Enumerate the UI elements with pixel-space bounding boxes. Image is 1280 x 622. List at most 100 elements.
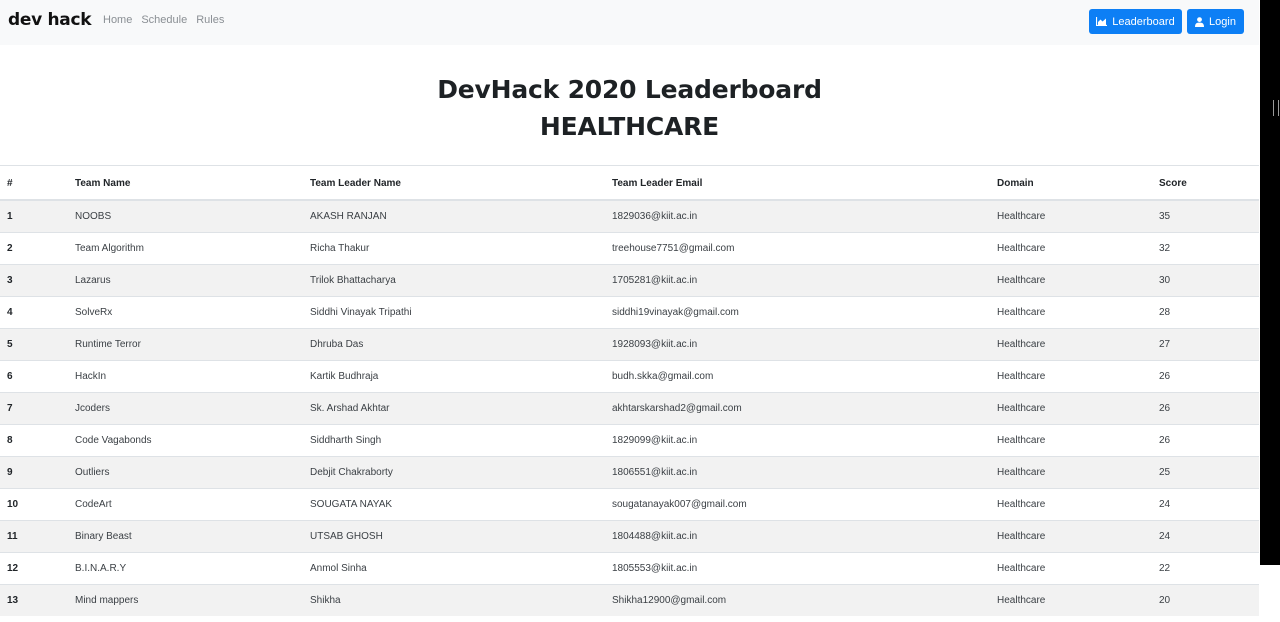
cell-score: 27 — [1159, 328, 1259, 361]
cell-team-name: Runtime Terror — [75, 328, 310, 361]
column-header-domain: Domain — [997, 165, 1159, 201]
cell-leader-name: Trilok Bhattacharya — [310, 264, 612, 297]
brand-logo[interactable]: dev hack — [8, 10, 92, 30]
column-header-score: Score — [1159, 165, 1259, 201]
cell-team-name: Lazarus — [75, 264, 310, 297]
leaderboard-table: # Team Name Team Leader Name Team Leader… — [0, 165, 1259, 616]
table-row: 3 Lazarus Trilok Bhattacharya 1705281@kiit.… — [0, 264, 1259, 297]
cell-leader-email: 1806551@kiit.ac.in — [612, 456, 997, 489]
login-button-label: Login — [1209, 15, 1236, 28]
cell-leader-name: AKASH RANJAN — [310, 199, 612, 233]
cell-domain: Healthcare — [997, 552, 1159, 585]
cell-team-name: HackIn — [75, 360, 310, 393]
cell-rank: 7 — [0, 392, 75, 425]
cell-rank: 12 — [0, 552, 75, 585]
cell-score: 24 — [1159, 520, 1259, 553]
cell-rank: 9 — [0, 456, 75, 489]
cell-leader-name: SOUGATA NAYAK — [310, 488, 612, 521]
column-header-leader-email: Team Leader Email — [612, 165, 997, 201]
nav-links: Home Schedule Rules — [103, 14, 224, 26]
cell-domain: Healthcare — [997, 360, 1159, 393]
user-icon — [1195, 16, 1205, 27]
table-header: # Team Name Team Leader Name Team Leader… — [0, 165, 1259, 201]
cell-leader-email: budh.skka@gmail.com — [612, 360, 997, 393]
cell-rank: 11 — [0, 520, 75, 553]
cell-team-name: Mind mappers — [75, 584, 310, 616]
nav-link-schedule[interactable]: Schedule — [141, 14, 187, 26]
cell-team-name: Code Vagabonds — [75, 424, 310, 457]
cell-domain: Healthcare — [997, 488, 1159, 521]
table-row: 6 HackIn Kartik Budhraja budh.skka@gmail.co… — [0, 360, 1259, 393]
leaderboard-button-label: Leaderboard — [1112, 15, 1175, 28]
table-row: 1 NOOBS AKASH RANJAN 1829036@kiit.ac.in Heal… — [0, 199, 1259, 233]
cell-leader-name: UTSAB GHOSH — [310, 520, 612, 553]
cell-rank: 4 — [0, 296, 75, 329]
cell-leader-email: akhtarskarshad2@gmail.com — [612, 392, 997, 425]
cell-leader-name: Anmol Sinha — [310, 552, 612, 585]
table-row: 2 Team Algorithm Richa Thakur treehouse7751… — [0, 232, 1259, 265]
cell-leader-email: Shikha12900@gmail.com — [612, 584, 997, 616]
cell-domain: Healthcare — [997, 520, 1159, 553]
cell-leader-email: siddhi19vinayak@gmail.com — [612, 296, 997, 329]
cell-team-name: SolveRx — [75, 296, 310, 329]
table-row: 11 Binary Beast UTSAB GHOSH 1804488@kiit.ac… — [0, 520, 1259, 553]
column-header-rank: # — [0, 165, 75, 201]
cell-score: 26 — [1159, 392, 1259, 425]
cell-leader-name: Debjit Chakraborty — [310, 456, 612, 489]
cell-leader-name: Siddharth Singh — [310, 424, 612, 457]
window-edge-dark — [1260, 0, 1280, 565]
leaderboard-button[interactable]: Leaderboard — [1089, 9, 1182, 34]
cell-rank: 5 — [0, 328, 75, 361]
cell-leader-name: Kartik Budhraja — [310, 360, 612, 393]
cell-leader-email: 1804488@kiit.ac.in — [612, 520, 997, 553]
cell-domain: Healthcare — [997, 392, 1159, 425]
cell-domain: Healthcare — [997, 456, 1159, 489]
cell-team-name: Outliers — [75, 456, 310, 489]
table-header-row: # Team Name Team Leader Name Team Leader… — [0, 165, 1259, 201]
cell-domain: Healthcare — [997, 296, 1159, 329]
cell-team-name: Binary Beast — [75, 520, 310, 553]
table-body: 1 NOOBS AKASH RANJAN 1829036@kiit.ac.in Heal… — [0, 199, 1259, 616]
nav-link-rules[interactable]: Rules — [196, 14, 224, 26]
cell-rank: 6 — [0, 360, 75, 393]
cell-domain: Healthcare — [997, 328, 1159, 361]
cell-leader-email: treehouse7751@gmail.com — [612, 232, 997, 265]
table-row: 5 Runtime Terror Dhruba Das 1928093@kiit.ac… — [0, 328, 1259, 361]
page: dev hack Home Schedule Rules Leaderboard — [0, 0, 1259, 622]
column-header-team-name: Team Name — [75, 165, 310, 201]
cell-leader-name: Richa Thakur — [310, 232, 612, 265]
cell-score: 20 — [1159, 584, 1259, 616]
cell-score: 30 — [1159, 264, 1259, 297]
cell-leader-email: sougatanayak007@gmail.com — [612, 488, 997, 521]
table-row: 7 Jcoders Sk. Arshad Akhtar akhtarskarshad2… — [0, 392, 1259, 425]
cell-leader-name: Dhruba Das — [310, 328, 612, 361]
cell-leader-email: 1805553@kiit.ac.in — [612, 552, 997, 585]
cell-leader-email: 1829099@kiit.ac.in — [612, 424, 997, 457]
table-row: 9 Outliers Debjit Chakraborty 1806551@kiit.… — [0, 456, 1259, 489]
table-row: 12 B.I.N.A.R.Y Anmol Sinha 1805553@kiit.ac.… — [0, 552, 1259, 585]
login-button[interactable]: Login — [1187, 9, 1244, 34]
cell-team-name: Jcoders — [75, 392, 310, 425]
table-row: 10 CodeArt SOUGATA NAYAK sougatanayak007@gm… — [0, 488, 1259, 521]
cell-team-name: Team Algorithm — [75, 232, 310, 265]
cell-rank: 10 — [0, 488, 75, 521]
chart-area-icon — [1096, 17, 1108, 26]
cell-rank: 13 — [0, 584, 75, 616]
cell-rank: 3 — [0, 264, 75, 297]
window-edge — [1259, 0, 1280, 622]
cell-score: 35 — [1159, 199, 1259, 233]
cell-domain: Healthcare — [997, 584, 1159, 616]
cell-team-name: NOOBS — [75, 199, 310, 233]
nav-link-home[interactable]: Home — [103, 14, 132, 26]
column-header-leader-name: Team Leader Name — [310, 165, 612, 201]
cell-leader-email: 1705281@kiit.ac.in — [612, 264, 997, 297]
page-subtitle: HEALTHCARE — [539, 112, 720, 141]
cell-domain: Healthcare — [997, 199, 1159, 233]
cell-rank: 1 — [0, 199, 75, 233]
scroll-grip-icon — [1273, 100, 1279, 116]
page-title: DevHack 2020 Leaderboard — [437, 75, 822, 104]
cell-leader-name: Shikha — [310, 584, 612, 616]
cell-score: 28 — [1159, 296, 1259, 329]
cell-score: 26 — [1159, 424, 1259, 457]
table-row: 4 SolveRx Siddhi Vinayak Tripathi siddhi19v… — [0, 296, 1259, 329]
